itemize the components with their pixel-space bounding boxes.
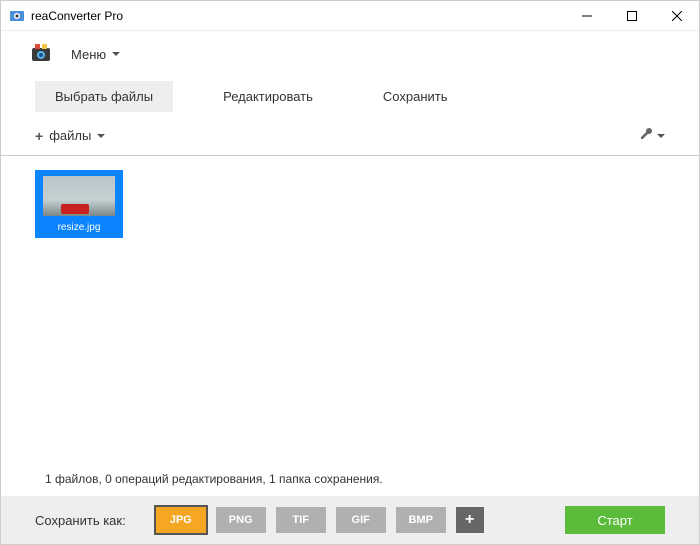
tab-label: Сохранить bbox=[383, 89, 448, 104]
status-text: 1 файлов, 0 операций редактирования, 1 п… bbox=[1, 462, 699, 496]
format-label: GIF bbox=[352, 514, 370, 526]
file-grid: resize.jpg bbox=[1, 156, 699, 462]
tab-label: Выбрать файлы bbox=[55, 89, 153, 104]
tabs: Выбрать файлы Редактировать Сохранить bbox=[1, 81, 699, 112]
menu-label: Меню bbox=[71, 47, 106, 62]
files-label: файлы bbox=[49, 128, 91, 143]
format-label: PNG bbox=[229, 514, 253, 526]
add-files-button[interactable]: + файлы bbox=[35, 128, 105, 144]
menubar: Меню bbox=[1, 31, 699, 77]
toolbar: + файлы bbox=[1, 118, 699, 156]
start-button[interactable]: Старт bbox=[565, 506, 665, 534]
bottom-bar: Сохранить как: JPG PNG TIF GIF BMP + Ста… bbox=[1, 496, 699, 544]
format-tif-button[interactable]: TIF bbox=[276, 507, 326, 533]
format-label: JPG bbox=[170, 514, 192, 526]
tab-label: Редактировать bbox=[223, 89, 313, 104]
plus-icon: + bbox=[35, 128, 43, 144]
menu-button[interactable]: Меню bbox=[71, 47, 120, 62]
close-button[interactable] bbox=[654, 1, 699, 31]
thumbnail-image bbox=[43, 176, 115, 216]
tab-save[interactable]: Сохранить bbox=[363, 81, 468, 112]
save-as-label: Сохранить как: bbox=[35, 513, 126, 528]
tab-edit[interactable]: Редактировать bbox=[203, 81, 333, 112]
window-title: reaConverter Pro bbox=[31, 9, 564, 23]
app-logo-icon bbox=[29, 42, 53, 66]
format-add-button[interactable]: + bbox=[456, 507, 484, 533]
format-jpg-button[interactable]: JPG bbox=[156, 507, 206, 533]
minimize-button[interactable] bbox=[564, 1, 609, 31]
file-thumbnail[interactable]: resize.jpg bbox=[35, 170, 123, 238]
chevron-down-icon bbox=[657, 134, 665, 138]
format-label: TIF bbox=[292, 514, 309, 526]
maximize-button[interactable] bbox=[609, 1, 654, 31]
chevron-down-icon bbox=[97, 134, 105, 138]
thumbnail-filename: resize.jpg bbox=[58, 222, 101, 233]
format-png-button[interactable]: PNG bbox=[216, 507, 266, 533]
app-titlebar-icon bbox=[9, 8, 25, 24]
start-label: Старт bbox=[597, 513, 632, 528]
format-label: BMP bbox=[408, 514, 432, 526]
window-controls bbox=[564, 1, 699, 31]
format-bmp-button[interactable]: BMP bbox=[396, 507, 446, 533]
titlebar: reaConverter Pro bbox=[1, 1, 699, 31]
wrench-icon bbox=[639, 126, 653, 145]
chevron-down-icon bbox=[112, 52, 120, 56]
tab-select-files[interactable]: Выбрать файлы bbox=[35, 81, 173, 112]
settings-button[interactable] bbox=[639, 126, 665, 145]
format-gif-button[interactable]: GIF bbox=[336, 507, 386, 533]
plus-icon: + bbox=[465, 511, 474, 529]
